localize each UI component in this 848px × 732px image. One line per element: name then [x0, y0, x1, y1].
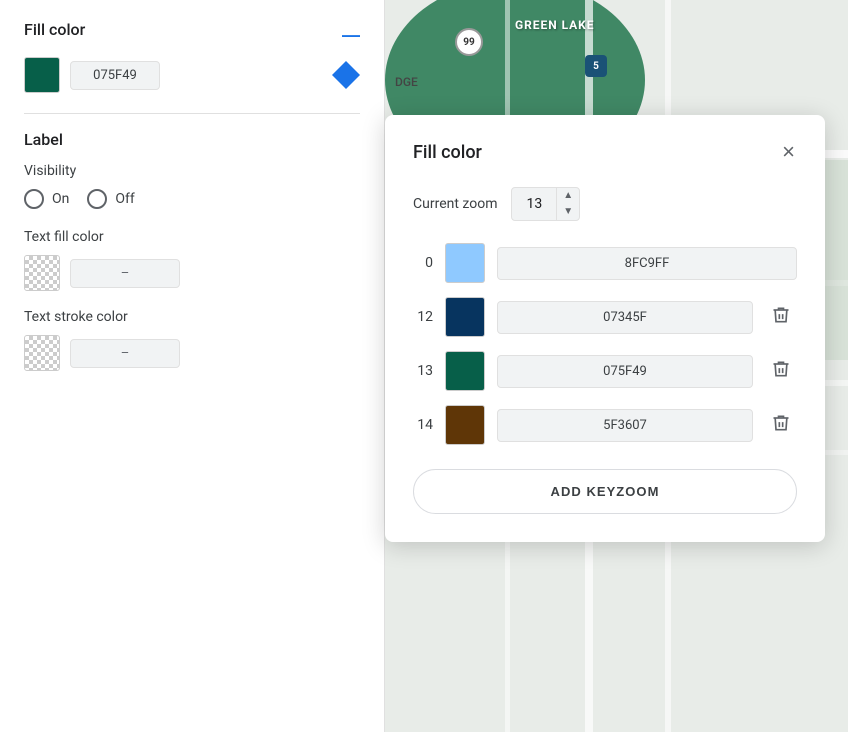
- road-99-badge: 99: [455, 28, 483, 56]
- zoom-down-button[interactable]: ▼: [557, 204, 579, 220]
- radio-on[interactable]: On: [24, 189, 69, 209]
- popup-title: Fill color: [413, 142, 482, 163]
- zoom-label: Current zoom: [413, 196, 497, 212]
- fill-color-section: Fill color —: [24, 20, 360, 49]
- dge-label: DGE: [395, 75, 418, 89]
- zoom-value: 13: [512, 190, 556, 218]
- text-stroke-color-value[interactable]: –: [70, 339, 180, 368]
- fill-color-hex-input[interactable]: 075F49: [70, 61, 160, 90]
- entry-hex-12[interactable]: 07345F: [497, 301, 753, 334]
- entry-swatch-13[interactable]: [445, 351, 485, 391]
- zoom-spinner[interactable]: 13 ▲ ▼: [511, 187, 580, 221]
- green-lake-label: GREEN LAKE: [515, 18, 594, 32]
- text-fill-color-swatch[interactable]: [24, 255, 60, 291]
- entry-zoom-0: 0: [413, 255, 433, 271]
- radio-off-circle: [87, 189, 107, 209]
- entry-swatch-12[interactable]: [445, 297, 485, 337]
- label-section: Label Visibility On Off Text fill color …: [24, 130, 360, 371]
- radio-on-circle: [24, 189, 44, 209]
- entry-zoom-14: 14: [413, 417, 433, 433]
- visibility-label: Visibility: [24, 163, 360, 179]
- delete-button-12[interactable]: [765, 301, 797, 334]
- color-entry-14: 14 5F3607: [413, 405, 797, 445]
- delete-button-14[interactable]: [765, 409, 797, 442]
- minimize-button[interactable]: —: [342, 26, 360, 44]
- radio-group-visibility: On Off: [24, 189, 360, 209]
- radio-off-label: Off: [115, 191, 134, 207]
- color-entry-13: 13 075F49: [413, 351, 797, 391]
- trash-icon-13: [771, 359, 791, 379]
- zoom-row: Current zoom 13 ▲ ▼: [413, 187, 797, 221]
- zoom-arrows: ▲ ▼: [556, 188, 579, 220]
- fill-color-input-row: 075F49: [24, 57, 360, 93]
- fill-color-popup: Fill color × Current zoom 13 ▲ ▼ 0 8FC9F…: [385, 115, 825, 542]
- zoom-up-button[interactable]: ▲: [557, 188, 579, 204]
- text-stroke-color-row: –: [24, 335, 360, 371]
- interstate-5-badge: 5: [585, 55, 607, 77]
- add-keyzoom-button[interactable]: ADD KEYZOOM: [413, 469, 797, 514]
- entry-hex-0[interactable]: 8FC9FF: [497, 247, 797, 280]
- radio-on-label: On: [52, 191, 69, 207]
- text-fill-color-value[interactable]: –: [70, 259, 180, 288]
- popup-header: Fill color ×: [413, 139, 797, 165]
- color-entry-0: 0 8FC9FF: [413, 243, 797, 283]
- divider-1: [24, 113, 360, 114]
- close-button[interactable]: ×: [780, 139, 797, 165]
- fill-color-title: Fill color: [24, 20, 85, 39]
- trash-icon-12: [771, 305, 791, 325]
- entry-zoom-13: 13: [413, 363, 433, 379]
- text-fill-color-label: Text fill color: [24, 229, 360, 245]
- delete-button-13[interactable]: [765, 355, 797, 388]
- entry-swatch-14[interactable]: [445, 405, 485, 445]
- left-panel: Fill color — 075F49 Label Visibility On …: [0, 0, 385, 732]
- diamond-button[interactable]: [332, 61, 360, 89]
- trash-icon-14: [771, 413, 791, 433]
- text-stroke-color-swatch[interactable]: [24, 335, 60, 371]
- entry-swatch-0[interactable]: [445, 243, 485, 283]
- entry-hex-13[interactable]: 075F49: [497, 355, 753, 388]
- entry-hex-14[interactable]: 5F3607: [497, 409, 753, 442]
- color-entry-12: 12 07345F: [413, 297, 797, 337]
- text-stroke-color-label: Text stroke color: [24, 309, 360, 325]
- entry-zoom-12: 12: [413, 309, 433, 325]
- radio-off[interactable]: Off: [87, 189, 134, 209]
- fill-color-swatch[interactable]: [24, 57, 60, 93]
- text-fill-color-row: –: [24, 255, 360, 291]
- label-title: Label: [24, 130, 360, 149]
